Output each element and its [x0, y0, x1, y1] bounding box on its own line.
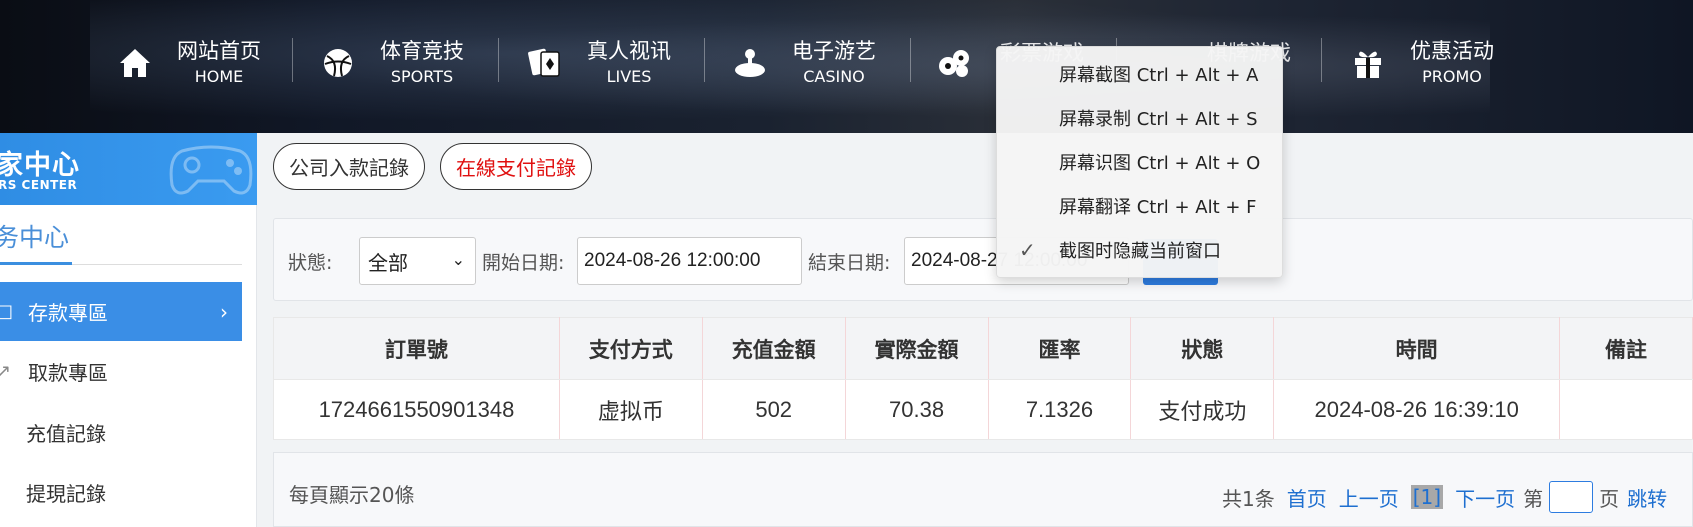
home-icon — [115, 43, 155, 83]
sidebar-subitem-withdraw-records[interactable]: 提現記錄 — [26, 478, 106, 507]
current-page: [1] — [1410, 485, 1444, 509]
tab-company-deposit[interactable]: 公司入款記錄 — [273, 143, 425, 190]
records-table: 訂單號 支付方式 充值金額 實際金額 匯率 狀態 時間 備註 172466155… — [273, 317, 1693, 440]
nav-promo-en: PROMO — [1422, 67, 1482, 86]
nav-sports-label: 体育竞技 — [380, 39, 464, 63]
pagination-panel: 每頁顯示20條 共1条 首页 上一页 [1] 下一页 第 页 跳转 — [273, 452, 1693, 527]
nav-home-label: 网站首页 — [177, 39, 261, 63]
tab-online-payment[interactable]: 在線支付記錄 — [440, 143, 592, 190]
menu-item-hide-window[interactable]: ✓ 截图时隐藏当前窗口 — [997, 228, 1284, 272]
sidebar-item-withdraw[interactable]: ↗ 取款專區 — [0, 342, 242, 401]
total-count: 共1条 — [1222, 486, 1275, 511]
pagination: 共1条 首页 上一页 [1] 下一页 第 页 跳转 — [1222, 481, 1667, 513]
cell-time: 2024-08-26 16:39:10 — [1273, 379, 1561, 440]
top-navigation: 网站首页 HOME 体育竞技 SPORTS 真人视讯 LIVES 电子游艺 CASINO… — [0, 0, 1693, 133]
nav-divider — [910, 38, 911, 82]
gift-icon — [1348, 43, 1388, 83]
menu-item-screenshot[interactable]: 屏幕截图 Ctrl + Alt + A — [997, 52, 1284, 96]
cards-icon — [525, 43, 565, 83]
gamepad-icon — [169, 145, 253, 195]
sidebar-banner: 家中心 RS CENTER — [0, 133, 257, 205]
section-underline — [0, 262, 72, 265]
record-tabs: 公司入款記錄 在線支付記錄 — [258, 133, 1693, 205]
checkmark-icon: ✓ — [1019, 238, 1036, 262]
nav-divider — [1321, 38, 1322, 82]
filter-panel: 狀態: 全部 ⌄ 開始日期: 2024-08-26 12:00:00 結束日期:… — [273, 218, 1693, 301]
per-page-label: 每頁顯示20條 — [289, 483, 415, 507]
col-recharge-amount: 充值金額 — [701, 317, 846, 380]
sidebar-section-title: 务中心 — [0, 223, 70, 252]
sidebar-subitem-recharge-records[interactable]: 充值記錄 — [26, 418, 106, 447]
start-date-label: 開始日期: — [482, 252, 565, 274]
cell-remark — [1559, 379, 1693, 440]
col-status: 狀態 — [1130, 317, 1275, 380]
menu-item-screen-recognize[interactable]: 屏幕识图 Ctrl + Alt + O — [997, 140, 1284, 184]
menu-item-label: 截图时隐藏当前窗口 — [1059, 241, 1221, 262]
nav-lives[interactable]: 真人视讯 LIVES — [525, 34, 671, 92]
start-date-input[interactable]: 2024-08-26 12:00:00 — [577, 237, 802, 285]
page-prefix: 第 — [1523, 486, 1544, 511]
screenshot-context-menu: 屏幕截图 Ctrl + Alt + A 屏幕录制 Ctrl + Alt + S … — [996, 46, 1283, 278]
nav-casino-en: CASINO — [803, 67, 865, 86]
withdraw-icon: ↗ — [0, 361, 12, 382]
ball-icon — [318, 43, 358, 83]
sidebar-item-deposit[interactable]: □ 存款專區 › — [0, 282, 242, 341]
cell-order-no: 1724661550901348 — [273, 379, 560, 440]
status-label: 狀態: — [288, 252, 333, 274]
col-actual-amount: 實際金額 — [844, 317, 989, 380]
sidebar-item-label: 取款專區 — [28, 361, 108, 385]
col-order-no: 訂單號 — [273, 317, 560, 380]
cell-payment-method: 虚拟币 — [558, 379, 703, 440]
menu-item-label: 屏幕录制 Ctrl + Alt + S — [1059, 109, 1258, 130]
page-suffix: 页 — [1599, 486, 1620, 511]
nav-divider — [292, 38, 293, 82]
sidebar-item-label: 存款專區 — [28, 301, 108, 325]
prev-page-link[interactable]: 上一页 — [1339, 483, 1399, 512]
nav-home[interactable]: 网站首页 HOME — [115, 34, 261, 92]
lottery-balls-icon — [935, 43, 975, 83]
nav-lottery[interactable] — [935, 34, 997, 92]
first-page-link[interactable]: 首页 — [1287, 483, 1327, 512]
table-header-row: 訂單號 支付方式 充值金額 實際金額 匯率 狀態 時間 備註 — [273, 317, 1693, 380]
joystick-icon — [730, 43, 770, 83]
col-payment-method: 支付方式 — [558, 317, 703, 380]
menu-item-label: 屏幕识图 Ctrl + Alt + O — [1059, 153, 1261, 174]
cell-status: 支付成功 — [1130, 379, 1275, 440]
col-time: 時間 — [1273, 317, 1561, 380]
nav-sports-en: SPORTS — [390, 67, 454, 86]
next-page-link[interactable]: 下一页 — [1455, 483, 1515, 512]
sidebar-banner-title: 家中心 — [0, 150, 80, 181]
deposit-icon: □ — [0, 301, 14, 322]
nav-home-en: HOME — [194, 67, 244, 86]
nav-lives-en: LIVES — [606, 67, 652, 86]
menu-item-screen-translate[interactable]: 屏幕翻译 Ctrl + Alt + F — [997, 184, 1284, 228]
col-remark: 備註 — [1559, 317, 1693, 380]
end-date-label: 結束日期: — [808, 252, 891, 274]
nav-promo[interactable]: 优惠活动 PROMO — [1348, 34, 1494, 92]
status-select[interactable]: 全部 ⌄ — [359, 237, 476, 285]
menu-item-label: 屏幕翻译 Ctrl + Alt + F — [1059, 197, 1257, 218]
col-exchange-rate: 匯率 — [987, 317, 1132, 380]
nav-divider — [498, 38, 499, 82]
chevron-down-icon: ⌄ — [451, 250, 465, 269]
cell-actual-amount: 70.38 — [844, 379, 989, 440]
chevron-right-icon: › — [220, 299, 228, 324]
menu-item-screen-record[interactable]: 屏幕录制 Ctrl + Alt + S — [997, 96, 1284, 140]
jump-link[interactable]: 跳转 — [1627, 483, 1667, 512]
nav-casino-label: 电子游艺 — [792, 39, 876, 63]
menu-item-label: 屏幕截图 Ctrl + Alt + A — [1059, 65, 1259, 86]
nav-sports[interactable]: 体育竞技 SPORTS — [318, 34, 464, 92]
cell-exchange-rate: 7.1326 — [987, 379, 1132, 440]
nav-divider — [704, 38, 705, 82]
nav-promo-label: 优惠活动 — [1410, 39, 1494, 63]
status-select-value: 全部 — [368, 250, 408, 275]
page-number-input[interactable] — [1549, 481, 1594, 513]
nav-casino[interactable]: 电子游艺 CASINO — [730, 34, 876, 92]
sidebar-banner-subtitle: RS CENTER — [0, 178, 78, 192]
sidebar: 家中心 RS CENTER 务中心 □ 存款專區 › ↗ 取款專區 充值記錄 提… — [0, 133, 257, 527]
cell-recharge-amount: 502 — [701, 379, 846, 440]
table-row: 1724661550901348 虚拟币 502 70.38 7.1326 支付… — [273, 379, 1693, 440]
nav-lives-label: 真人视讯 — [587, 39, 671, 63]
